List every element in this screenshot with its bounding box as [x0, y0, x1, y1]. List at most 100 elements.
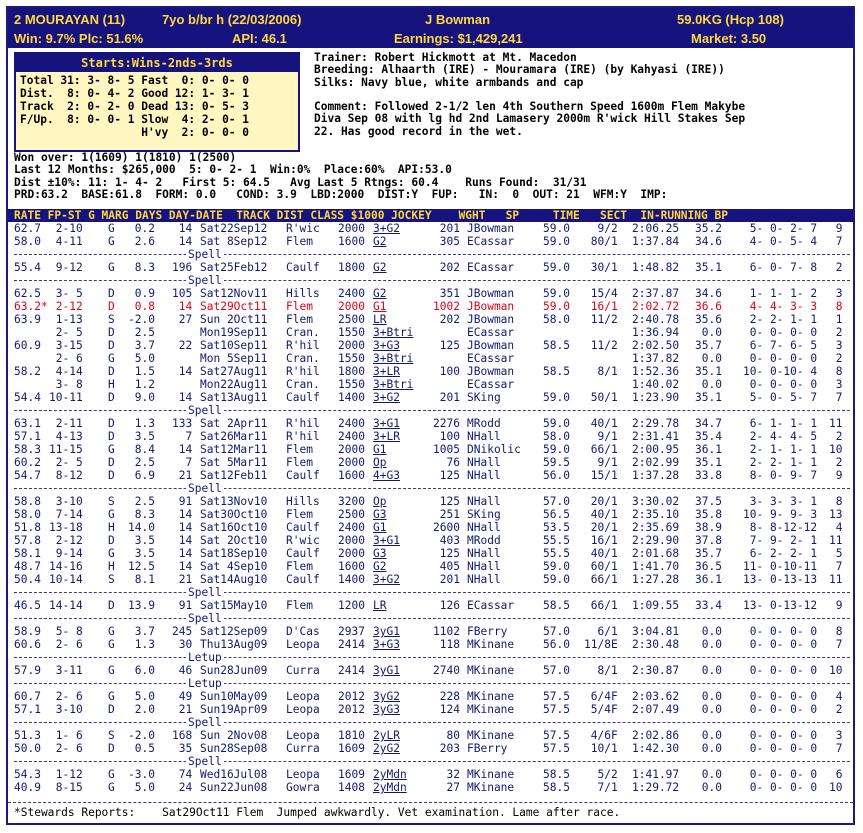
cell-barrier: 2 — [829, 261, 843, 274]
cell-track: Flem — [286, 560, 320, 573]
cell-class: G2 — [373, 560, 387, 573]
cell-going: S — [108, 729, 115, 742]
form-row[interactable]: 54.4 10-11 D 9.0 14 Sat13Aug11 Caulf 1400 3+G2… — [14, 391, 850, 404]
cell-jockey: FBerry — [467, 742, 508, 755]
cell-time: 3:04.81 — [632, 625, 680, 638]
cell-sectional: 37.8 — [695, 534, 722, 547]
form-row[interactable]: 55.4 9-12 G 8.3 196 Sat25Feb12 Caulf 1800 G2 2… — [14, 261, 850, 274]
cell-finish-start: 8-12 — [49, 469, 83, 482]
cell-class: 2yLR — [373, 729, 400, 742]
cell-in-running: 4- 0- 5- 4 — [743, 235, 818, 248]
cell-prize: 27 — [433, 781, 460, 794]
form-row[interactable]: 57.8 2-12 D 3.5 14 Sat 2Oct10 R'wic 2000 3+G1… — [14, 534, 850, 547]
form-row[interactable]: 58.2 4-14 D 1.5 14 Sat27Aug11 R'hil 1800 3+LR… — [14, 365, 850, 378]
cell-finish-start: 11-15 — [49, 443, 83, 456]
cell-sectional: 0.0 — [695, 326, 722, 339]
cell-starting-price: 16/1 — [584, 300, 618, 313]
cell-going: G — [108, 222, 115, 235]
form-row[interactable]: 63.9 1-13 S -2.0 27 Sun 2Oct11 Flem 2500 LR 2… — [14, 313, 850, 326]
form-row[interactable]: 58.3 11-15 G 8.4 14 Sat12Mar11 Flem 2000 G1 10… — [14, 443, 850, 456]
form-row[interactable]: 58.0 7-14 G 8.3 14 Sat30Oct10 Flem 2500 G3 2… — [14, 508, 850, 521]
form-row[interactable]: 58.1 9-14 G 3.5 14 Sat18Sep10 Caulf 2000 G3 1… — [14, 547, 850, 560]
form-row[interactable]: 51.8 13-18 H 14.0 14 Sat16Oct10 Caulf 2400 G1 26… — [14, 521, 850, 534]
cell-class: 3+G3 — [373, 638, 400, 651]
form-row[interactable]: 62.7 2-10 G 0.2 14 Sat22Sep12 R'wic 2000 3+G2… — [14, 222, 850, 235]
cell-starting-price: 9/1 — [584, 430, 618, 443]
cell-distance: 1800 — [338, 261, 365, 274]
cell-distance: 1800 — [338, 365, 365, 378]
cell-rate: 58.0 — [14, 508, 41, 521]
cell-jockey: JBowman — [467, 300, 515, 313]
cell-days: 7 — [172, 430, 193, 443]
cell-rate: 60.2 — [14, 456, 41, 469]
cell-distance: 2500 — [338, 508, 365, 521]
cell-rate: 58.2 — [14, 365, 41, 378]
cell-jockey: NHall — [467, 521, 501, 534]
form-row[interactable]: 51.3 1- 6 S -2.0 168 Sun 2Nov08 Leopa 1810 2yLR… — [14, 729, 850, 742]
cell-margin: 13.9 — [128, 599, 155, 612]
form-row[interactable]: 57.9 3-11 G 6.0 46 Sun28Jun09 Curra 2414 3yG1… — [14, 664, 850, 677]
starts-box-lines: Total 31: 3- 8- 5 Fast 0: 0- 0- 0 Dist. … — [20, 74, 298, 139]
form-row[interactable]: 60.6 2- 6 G 1.3 30 Thu13Aug09 Leopa 2414 3+G3… — [14, 638, 850, 651]
cell-rate: 63.2* — [14, 300, 48, 313]
form-row[interactable]: 60.2 2- 5 D 2.5 7 Sat 5Mar11 Flem 2000 Op 76… — [14, 456, 850, 469]
form-row[interactable]: 63.2* 2-12 D 0.8 14 Sat29Oct11 Flem 2000 G1 1… — [14, 300, 850, 313]
divider-label: Spell — [186, 482, 224, 495]
stewards-divider — [8, 802, 853, 803]
cell-prize: 305 — [433, 235, 460, 248]
form-row[interactable]: 58.9 5- 8 G 3.7 245 Sat12Sep09 D'Cas 2937 3yG1… — [14, 625, 850, 638]
cell-class: 3+Btri — [373, 378, 414, 391]
form-row[interactable]: 40.9 8-15 G 5.0 24 Sun22Jun08 Gowra 1408 2yMd… — [14, 781, 850, 794]
cell-in-running: 6- 0- 7- 8 — [743, 261, 818, 274]
cell-prize: 2276 — [433, 417, 460, 430]
cell-jockey: ECassar — [467, 261, 515, 274]
form-row[interactable]: 58.8 3-10 S 2.5 91 Sat13Nov10 Hills 3200 Op 1… — [14, 495, 850, 508]
cell-class: 3+G3 — [373, 339, 400, 352]
cell-weight: 59.0 — [543, 391, 570, 404]
form-row[interactable]: 62.5 3- 5 D 0.9 105 Sat12Nov11 Hills 2400 G2 3… — [14, 287, 850, 300]
form-row[interactable]: 58.0 4-11 G 2.6 14 Sat 8Sep12 Flem 1600 G2 3… — [14, 235, 850, 248]
cell-barrier: 9 — [829, 222, 843, 235]
cell-finish-start: 2-10 — [49, 222, 83, 235]
form-row[interactable]: 57.1 4-13 D 3.5 7 Sat26Mar11 R'hil 2400 3+LR … — [14, 430, 850, 443]
cell-track: Cran. — [286, 352, 320, 365]
starts-line: Track 2: 0- 2- 0 Dead 13: 0- 5- 3 — [20, 100, 250, 113]
cell-barrier: 8 — [829, 495, 843, 508]
form-row[interactable]: 54.7 8-12 D 6.9 21 Sat12Feb11 Caulf 1600 4+G3… — [14, 469, 850, 482]
cell-margin: -2.0 — [128, 729, 155, 742]
form-row[interactable]: 48.7 14-16 H 12.5 14 Sat 4Sep10 Flem 1600 G2 4… — [14, 560, 850, 573]
divider-line — [14, 592, 850, 593]
form-row[interactable]: 2- 5 D 2.5 Mon19Sep11 Cran. 1550 3+Btri ECassa… — [14, 326, 850, 339]
cell-time: 2:07.49 — [632, 703, 680, 716]
form-row[interactable]: 3- 8 H 1.2 Mon22Aug11 Cran. 1550 3+Btri ECassa… — [14, 378, 850, 391]
cell-barrier: 2 — [829, 352, 843, 365]
comment-line: 22. Has good record in the wet. — [314, 124, 523, 138]
cell-jockey: NHall — [467, 469, 501, 482]
cell-in-running: 6- 7- 6- 5 — [743, 339, 818, 352]
form-row[interactable]: 54.3 1-12 G -3.0 74 Wed16Jul08 Leopa 1609 2yMd… — [14, 768, 850, 781]
form-row[interactable]: 2- 6 G 5.0 Mon 5Sep11 Cran. 1550 3+Btri ECassa… — [14, 352, 850, 365]
cell-distance: 1600 — [338, 560, 365, 573]
cell-class: LR — [373, 599, 387, 612]
cell-weight: 59.5 — [543, 456, 570, 469]
cell-class: G1 — [373, 521, 387, 534]
form-row[interactable]: 60.9 3-15 D 3.7 22 Sat10Sep11 R'hil 2000 3+G3… — [14, 339, 850, 352]
cell-prize: 403 — [433, 534, 460, 547]
spell-divider: Spell — [14, 404, 850, 417]
cell-going: H — [108, 560, 115, 573]
form-row[interactable]: 46.5 14-14 D 13.9 91 Sat15May10 Flem 1200 LR 1… — [14, 599, 850, 612]
form-row[interactable]: 57.1 3-10 D 2.0 21 Sun19Apr09 Leopa 2012 3yG3… — [14, 703, 850, 716]
cell-sectional: 35.4 — [695, 430, 722, 443]
form-row[interactable]: 60.7 2- 6 G 5.0 49 Sun10May09 Leopa 2012 3yG2… — [14, 690, 850, 703]
cell-margin: 0.5 — [128, 742, 155, 755]
cell-barrier: 3 — [829, 287, 843, 300]
form-row[interactable]: 50.4 10-14 S 8.1 21 Sat14Aug10 Caulf 1400 3+G2… — [14, 573, 850, 586]
cell-distance: 1609 — [338, 742, 365, 755]
form-row[interactable]: 50.0 2- 6 D 0.5 35 Sun28Sep08 Curra 1609 2yG2… — [14, 742, 850, 755]
form-row[interactable]: 63.1 2-11 D 1.3 133 Sat 2Apr11 R'hil 2400 3+G1… — [14, 417, 850, 430]
cell-sectional: 0.0 — [695, 690, 722, 703]
cell-days: 14 — [172, 521, 193, 534]
cell-distance: 2000 — [338, 456, 365, 469]
cell-jockey: JBowman — [467, 313, 515, 326]
cell-in-running: 13- 0-13-13 — [743, 573, 818, 586]
